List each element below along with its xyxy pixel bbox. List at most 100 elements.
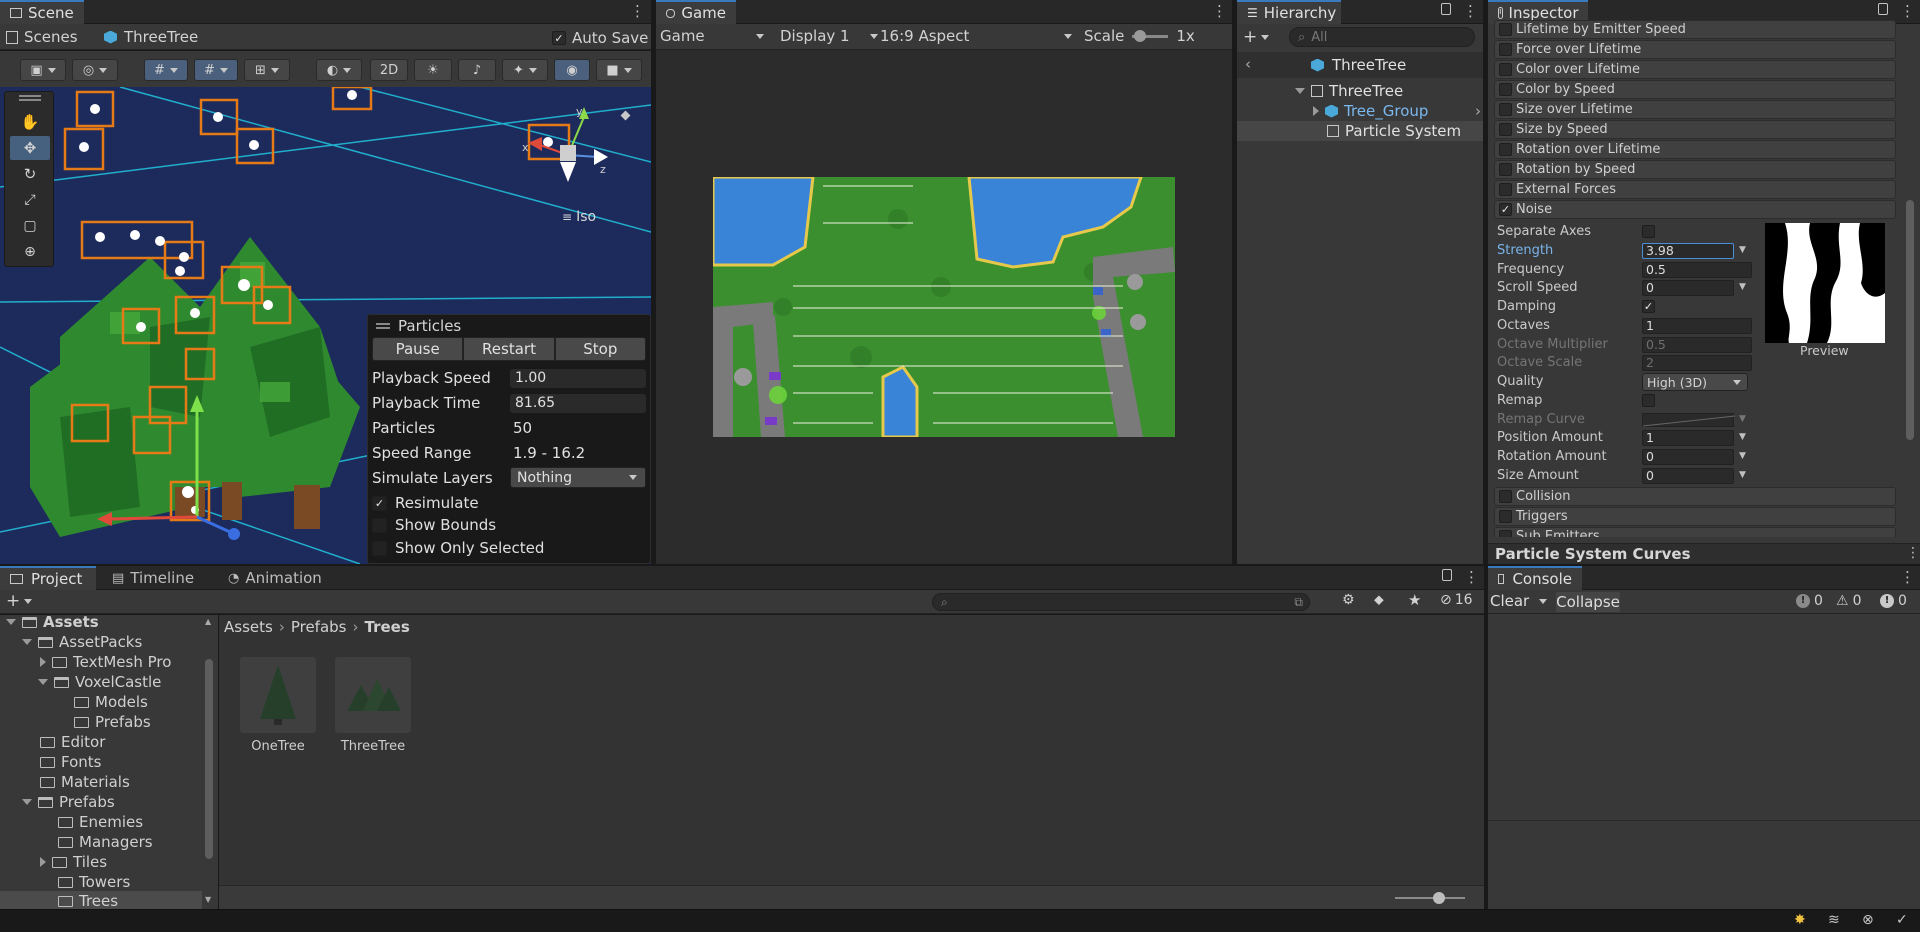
collab-status-icon[interactable]: ✓ [1896, 912, 1908, 928]
curves-bar[interactable]: Particle System Curves ⋮ [1488, 543, 1920, 564]
playback-time-field[interactable]: 81.65 [510, 394, 646, 413]
open-prefab-icon[interactable]: › [1475, 102, 1481, 120]
hierarchy-more-icon[interactable]: ⋮ [1463, 2, 1478, 20]
expand-arrow-icon[interactable] [1313, 106, 1319, 116]
show-only-selected-checkbox[interactable] [372, 540, 387, 556]
folder-prefabs[interactable]: Prefabs [22, 793, 115, 811]
game-viewport[interactable] [656, 50, 1232, 564]
module-checkbox[interactable] [1499, 183, 1512, 196]
effects-dropdown[interactable]: ✦ [502, 59, 548, 81]
expand-arrow-icon[interactable] [40, 857, 46, 867]
aspect-dropdown[interactable]: 16:9 Aspect [880, 27, 1072, 45]
module-checkbox[interactable] [1499, 163, 1512, 176]
display-dropdown[interactable]: Display 1 [780, 27, 878, 45]
lighting-toggle-icon[interactable]: ☀ [414, 59, 452, 81]
folder-tree-scrollbar[interactable]: ▲ ▼ [204, 617, 214, 905]
hierarchy-add-button[interactable]: + [1243, 27, 1270, 47]
hierarchy-item-tree-group[interactable]: Tree_Group › [1313, 102, 1481, 120]
iso-toggle[interactable]: ≡ Iso [562, 209, 596, 225]
restart-button[interactable]: Restart [463, 337, 555, 361]
tab-project[interactable]: Project [0, 566, 96, 590]
hand-tool-icon[interactable]: ✋ [10, 110, 50, 134]
folder-enemies[interactable]: Enemies [58, 813, 143, 831]
folder-towers[interactable]: Towers [58, 873, 130, 891]
pause-button[interactable]: Pause [372, 337, 464, 361]
tab-console[interactable]: Console [1488, 566, 1582, 590]
module-checkbox[interactable] [1499, 490, 1512, 503]
scroll-speed-curve-dropdown[interactable]: ▼ [1739, 282, 1746, 292]
scale-tool-icon[interactable]: ⤢ [10, 188, 50, 212]
module-lifetime-by-emitter-speed[interactable]: Lifetime by Emitter Speed [1494, 20, 1896, 39]
rotation-amount-dropdown[interactable]: ▼ [1739, 451, 1746, 461]
move-tool-icon[interactable]: ✥ [10, 136, 50, 160]
search-mode-icon[interactable]: ⧉ [1294, 595, 1303, 610]
frequency-field[interactable]: 0.5 [1642, 262, 1752, 278]
module-checkbox[interactable] [1499, 63, 1512, 76]
rect-tool-icon[interactable]: ▢ [10, 214, 50, 238]
tab-animation[interactable]: ◔ Animation [220, 566, 330, 590]
asset-threetree-thumbnail[interactable] [335, 657, 411, 733]
breadcrumb-assets[interactable]: Assets [224, 618, 273, 636]
module-collision[interactable]: Collision [1494, 487, 1896, 506]
asset-onetree-thumbnail[interactable] [240, 657, 316, 733]
inspector-scrollbar[interactable] [1906, 30, 1914, 530]
tab-timeline[interactable]: ▤ Timeline [104, 566, 202, 590]
show-only-selected-toggle[interactable]: Show Only Selected [372, 539, 544, 557]
expand-arrow-icon[interactable] [1295, 88, 1305, 94]
grid-visibility-button[interactable]: # [194, 59, 238, 81]
folder-editor[interactable]: Editor [40, 733, 105, 751]
clear-button[interactable]: Clear [1490, 592, 1548, 610]
quality-dropdown[interactable]: High (3D) [1642, 373, 1748, 391]
size-amount-field[interactable]: 0 [1642, 468, 1734, 484]
game-more-menu-icon[interactable]: ⋮ [1212, 2, 1227, 20]
scene-visibility-icon[interactable]: ◉ [554, 59, 590, 81]
rotation-amount-field[interactable]: 0 [1642, 449, 1734, 465]
module-checkbox[interactable] [1499, 530, 1512, 537]
module-size-over-lifetime[interactable]: Size over Lifetime [1494, 100, 1896, 119]
error-filter-toggle[interactable]: ! 0 [1880, 593, 1907, 609]
thumbnail-size-slider[interactable] [1395, 892, 1465, 904]
game-view-dropdown[interactable]: Game [660, 27, 768, 45]
filter-by-type-icon[interactable]: ⚙ [1342, 592, 1355, 608]
folder-fonts[interactable]: Fonts [40, 753, 101, 771]
hierarchy-item-particle-system[interactable]: Particle System [1237, 121, 1483, 141]
2d-toggle-button[interactable]: 2D [370, 59, 408, 81]
damping-checkbox[interactable]: ✓ [1642, 300, 1655, 313]
thumbnail-size-slider-thumb[interactable] [1433, 892, 1445, 904]
filter-by-label-icon[interactable]: ⬥ [1374, 592, 1384, 608]
folder-materials[interactable]: Materials [40, 773, 130, 791]
module-checkbox[interactable] [1499, 23, 1512, 36]
stop-button[interactable]: Stop [554, 337, 646, 361]
module-checkbox[interactable] [1499, 510, 1512, 523]
scenes-dropdown[interactable]: Scenes [6, 28, 78, 46]
folder-trees[interactable]: Trees [0, 891, 202, 909]
tab-scene[interactable]: Scene [0, 0, 84, 24]
hierarchy-search-input[interactable]: ⌕ All [1289, 27, 1475, 47]
strength-curve-dropdown[interactable]: ▼ [1739, 245, 1746, 255]
module-color-by-speed[interactable]: Color by Speed [1494, 80, 1896, 99]
module-checkbox[interactable] [1499, 123, 1512, 136]
expand-arrow-icon[interactable] [6, 619, 16, 625]
more-menu-icon[interactable]: ⋮ [630, 2, 645, 20]
particles-overlay-header[interactable]: Particles [376, 317, 461, 335]
palette-drag-handle[interactable] [19, 95, 41, 97]
favorites-star-icon[interactable]: ★ [1408, 591, 1421, 609]
scene-viewport[interactable]: y x z ≡ Iso ✋ ✥ ↻ ⤢ ▢ ⊕ Particles Pause R… [0, 87, 651, 564]
position-amount-field[interactable]: 1 [1642, 430, 1734, 446]
inspector-more-icon[interactable]: ⋮ [1900, 2, 1915, 20]
expand-arrow-icon[interactable] [40, 657, 46, 667]
shading-mode-dropdown[interactable]: ◐ [316, 59, 362, 81]
project-search-input[interactable]: ⌕ ⧉ [932, 593, 1310, 611]
hierarchy-lock-icon[interactable] [1441, 3, 1451, 15]
scale-slider-thumb[interactable] [1134, 29, 1147, 42]
breadcrumb-prefabs[interactable]: Prefabs [291, 618, 347, 636]
increment-snap-button[interactable]: ⊞ [244, 59, 290, 81]
scale-slider[interactable] [1132, 29, 1169, 42]
hidden-packages-toggle[interactable]: ⊘ 16 [1440, 592, 1473, 608]
camera-settings-dropdown[interactable]: ■ [596, 59, 642, 81]
orientation-gizmo[interactable]: y x z [520, 105, 620, 207]
tab-game[interactable]: Game [656, 0, 736, 24]
auto-save-checkbox[interactable]: ✓ [552, 31, 566, 45]
warning-filter-toggle[interactable]: ⚠ 0 [1836, 593, 1861, 609]
module-color-over-lifetime[interactable]: Color over Lifetime [1494, 60, 1896, 79]
